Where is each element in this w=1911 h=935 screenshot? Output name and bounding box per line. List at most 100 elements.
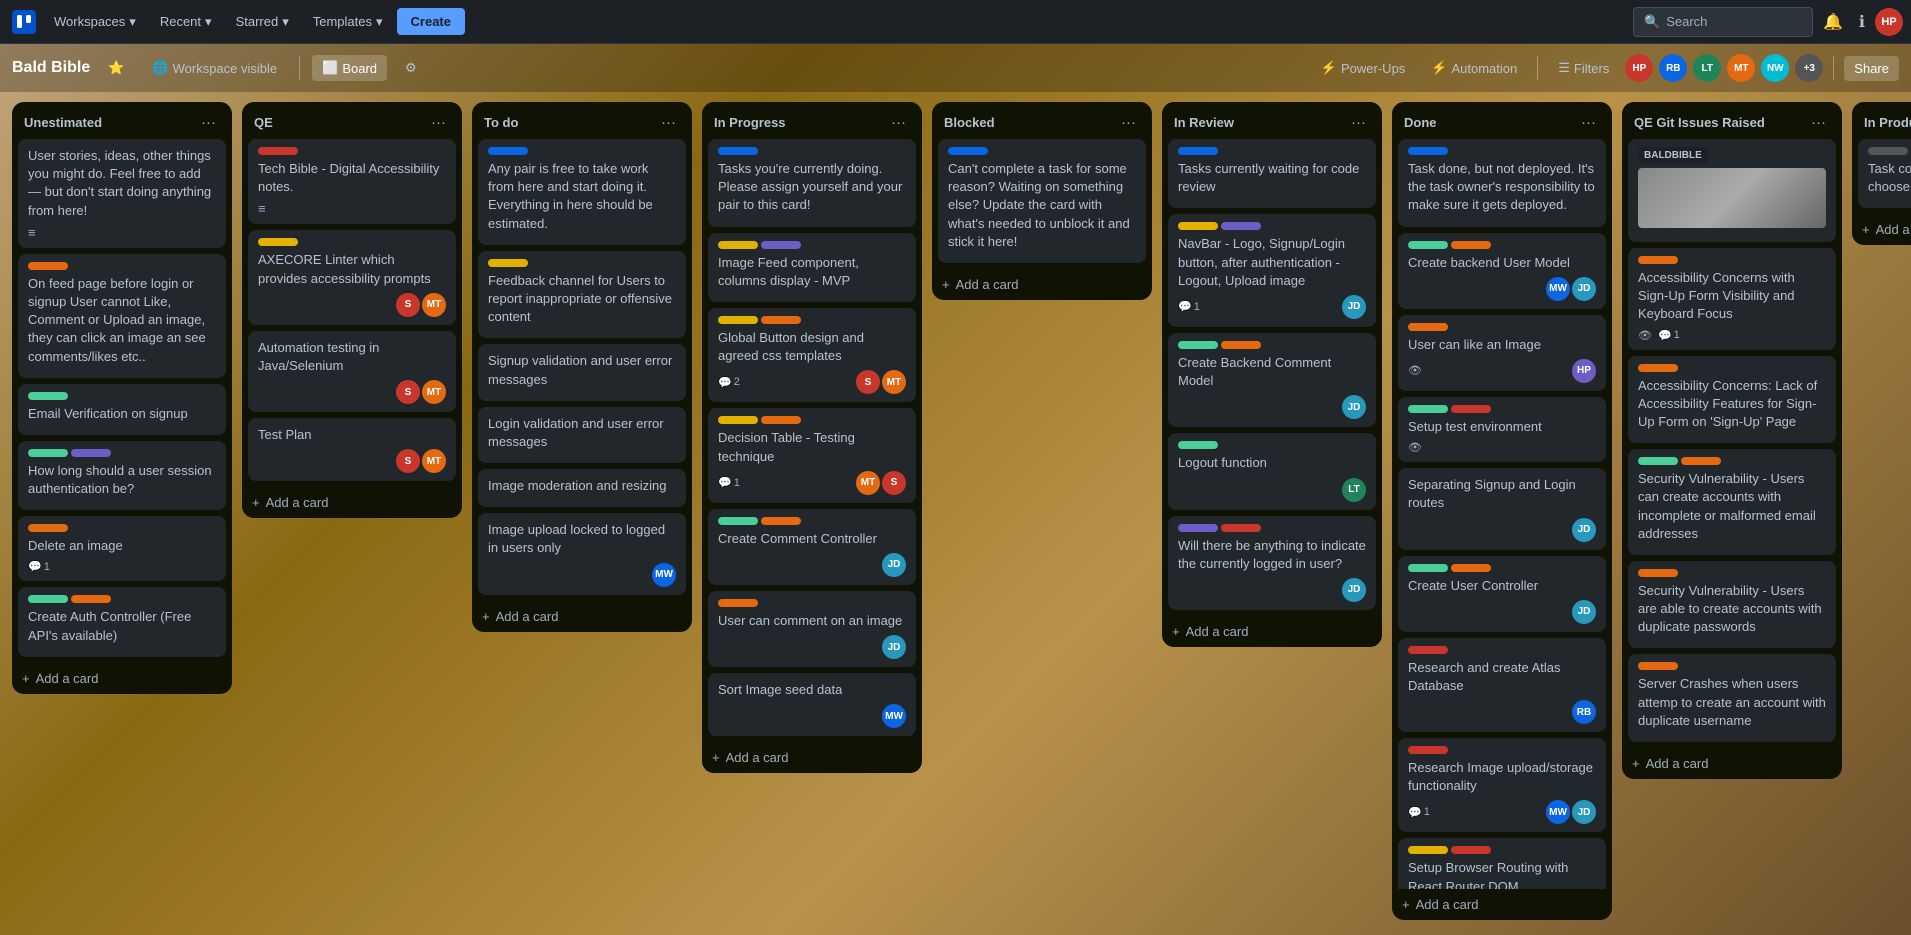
list-menu-button[interactable]: ··· bbox=[1577, 112, 1600, 133]
card-label bbox=[718, 517, 758, 525]
card[interactable]: Login validation and user error messages bbox=[478, 407, 686, 463]
card[interactable]: Accessibility Concerns: Lack of Accessib… bbox=[1628, 356, 1836, 444]
add-card-button[interactable]: +Add a card bbox=[1622, 748, 1842, 779]
info-btn[interactable]: ℹ bbox=[1853, 8, 1871, 36]
card[interactable]: Logout functionLT bbox=[1168, 433, 1376, 509]
power-ups-btn[interactable]: ⚡ Power-Ups bbox=[1311, 55, 1415, 81]
card[interactable]: NavBar - Logo, Signup/Login button, afte… bbox=[1168, 214, 1376, 327]
card[interactable]: On feed page before login or signup User… bbox=[18, 254, 226, 378]
app-logo[interactable] bbox=[8, 6, 40, 38]
card[interactable]: Decision Table - Testing technique 1MTS bbox=[708, 408, 916, 502]
card[interactable]: Create backend User ModelMWJD bbox=[1398, 233, 1606, 309]
list-menu-button[interactable]: ··· bbox=[197, 112, 220, 133]
card[interactable]: Create User ControllerJD bbox=[1398, 556, 1606, 632]
card[interactable]: Task done, but not deployed. It's the ta… bbox=[1398, 139, 1606, 227]
card[interactable]: Create Comment ControllerJD bbox=[708, 509, 916, 585]
share-btn[interactable]: Share bbox=[1844, 56, 1899, 81]
list-menu-button[interactable]: ··· bbox=[1117, 112, 1140, 133]
workspaces-menu[interactable]: Workspaces ▾ bbox=[44, 8, 146, 36]
card[interactable]: Image Feed component, columns display - … bbox=[708, 233, 916, 302]
card[interactable]: User can like an ImageHP bbox=[1398, 315, 1606, 391]
add-card-button[interactable]: +Add a card bbox=[1392, 889, 1612, 920]
card[interactable]: Will there be anything to indicate the c… bbox=[1168, 516, 1376, 610]
card[interactable]: Tech Bible - Digital Accessibility notes… bbox=[248, 139, 456, 224]
card[interactable]: Setup test environment bbox=[1398, 397, 1606, 462]
add-card-button[interactable]: +Add a card bbox=[472, 601, 692, 632]
card-label bbox=[1408, 746, 1448, 754]
card[interactable]: Tasks currently waiting for code review bbox=[1168, 139, 1376, 208]
card[interactable]: How long should a user session authentic… bbox=[18, 441, 226, 510]
card[interactable]: Server Crashes when users attemp to crea… bbox=[1628, 654, 1836, 742]
member-avatar-rb[interactable]: RB bbox=[1659, 54, 1687, 82]
card[interactable]: Separating Signup and Login routesJD bbox=[1398, 468, 1606, 549]
card-avatars: SMT bbox=[396, 449, 446, 473]
board-view-btn[interactable]: ⬜ Board bbox=[312, 55, 387, 81]
templates-menu[interactable]: Templates ▾ bbox=[303, 8, 393, 36]
card[interactable]: Create Auth Controller (Free API's avail… bbox=[18, 587, 226, 656]
add-card-button[interactable]: +Add a card bbox=[932, 269, 1152, 300]
filters-btn[interactable]: ☰ Filters bbox=[1548, 55, 1619, 81]
card-title: Security Vulnerability - Users are able … bbox=[1638, 582, 1826, 637]
list-header-inreview: In Review··· bbox=[1162, 102, 1382, 139]
card-labels bbox=[258, 147, 446, 155]
list-cards-qe: Tech Bible - Digital Accessibility notes… bbox=[242, 139, 462, 487]
card[interactable]: Image upload locked to logged in users o… bbox=[478, 513, 686, 594]
card-labels bbox=[488, 147, 676, 155]
recent-menu[interactable]: Recent ▾ bbox=[150, 8, 222, 36]
customize-btn[interactable]: ⚙ bbox=[395, 55, 427, 81]
list-menu-button[interactable]: ··· bbox=[887, 112, 910, 133]
card[interactable]: Tasks you're currently doing. Please ass… bbox=[708, 139, 916, 227]
member-avatar-hp[interactable]: HP bbox=[1625, 54, 1653, 82]
list-title: To do bbox=[484, 115, 518, 130]
list-menu-button[interactable]: ··· bbox=[1807, 112, 1830, 133]
list-menu-button[interactable]: ··· bbox=[1347, 112, 1370, 133]
card[interactable]: Task compl… your face fr… choose you… bbox=[1858, 139, 1911, 208]
board-title[interactable]: Bald Bible bbox=[12, 59, 90, 77]
card[interactable]: Feedback channel for Users to report ina… bbox=[478, 251, 686, 339]
add-card-button[interactable]: +Add a card bbox=[242, 487, 462, 518]
search-box[interactable]: 🔍 Search bbox=[1633, 7, 1813, 37]
create-button[interactable]: Create bbox=[397, 8, 465, 35]
card[interactable]: User stories, ideas, other things you mi… bbox=[18, 139, 226, 248]
card[interactable]: Delete an image 1 bbox=[18, 516, 226, 581]
add-card-button[interactable]: +Add a card bbox=[702, 742, 922, 773]
add-card-button[interactable]: +Add a card bbox=[12, 663, 232, 694]
list-menu-button[interactable]: ··· bbox=[657, 112, 680, 133]
card[interactable]: Any pair is free to take work from here … bbox=[478, 139, 686, 245]
card-avatars: RB bbox=[1572, 700, 1596, 724]
card[interactable]: Sort Image seed dataMW bbox=[708, 673, 916, 736]
card[interactable]: User can comment on an imageJD bbox=[708, 591, 916, 667]
list-menu-button[interactable]: ··· bbox=[427, 112, 450, 133]
workspace-visible-btn[interactable]: 🌐 Workspace visible bbox=[142, 55, 287, 81]
starred-menu[interactable]: Starred ▾ bbox=[226, 8, 299, 36]
card[interactable]: Global Button design and agreed css temp… bbox=[708, 308, 916, 402]
card[interactable]: Email Verification on signup bbox=[18, 384, 226, 435]
card[interactable]: Image moderation and resizing bbox=[478, 469, 686, 507]
card[interactable]: Create Backend Comment ModelJD bbox=[1168, 333, 1376, 427]
card[interactable]: Signup validation and user error message… bbox=[478, 344, 686, 400]
card[interactable]: Test PlanSMT bbox=[248, 418, 456, 481]
member-avatar-extra[interactable]: +3 bbox=[1795, 54, 1823, 82]
automation-btn[interactable]: ⚡ Automation bbox=[1421, 55, 1527, 81]
member-avatar-lt[interactable]: LT bbox=[1693, 54, 1721, 82]
member-avatar-nw[interactable]: NW bbox=[1761, 54, 1789, 82]
card-title: Email Verification on signup bbox=[28, 405, 216, 423]
card[interactable]: Can't complete a task for some reason? W… bbox=[938, 139, 1146, 263]
card[interactable]: Accessibility Concerns with Sign-Up Form… bbox=[1628, 248, 1836, 350]
card[interactable]: Automation testing in Java/SeleniumSMT bbox=[248, 331, 456, 412]
card[interactable]: Research and create Atlas DatabaseRB bbox=[1398, 638, 1606, 732]
notification-btn[interactable]: 🔔 bbox=[1817, 8, 1849, 36]
member-avatar-mt[interactable]: MT bbox=[1727, 54, 1755, 82]
star-button[interactable]: ⭐ bbox=[98, 55, 134, 81]
add-card-button[interactable]: +Add a card bbox=[1162, 616, 1382, 647]
card[interactable]: Security Vulnerability - Users are able … bbox=[1628, 561, 1836, 649]
add-card-button[interactable]: +Add a card bbox=[1852, 214, 1911, 245]
card[interactable]: AXECORE Linter which provides accessibil… bbox=[248, 230, 456, 324]
card[interactable]: Setup Browser Routing with React Router … bbox=[1398, 838, 1606, 889]
card-avatar: HP bbox=[1572, 359, 1596, 383]
card[interactable]: Research Image upload/storage functional… bbox=[1398, 738, 1606, 832]
card[interactable]: Security Vulnerability - Users can creat… bbox=[1628, 449, 1836, 555]
user-avatar-1[interactable]: HP bbox=[1875, 8, 1903, 36]
card[interactable]: BALDBIBLE bbox=[1628, 139, 1836, 242]
card-label bbox=[1408, 241, 1448, 249]
